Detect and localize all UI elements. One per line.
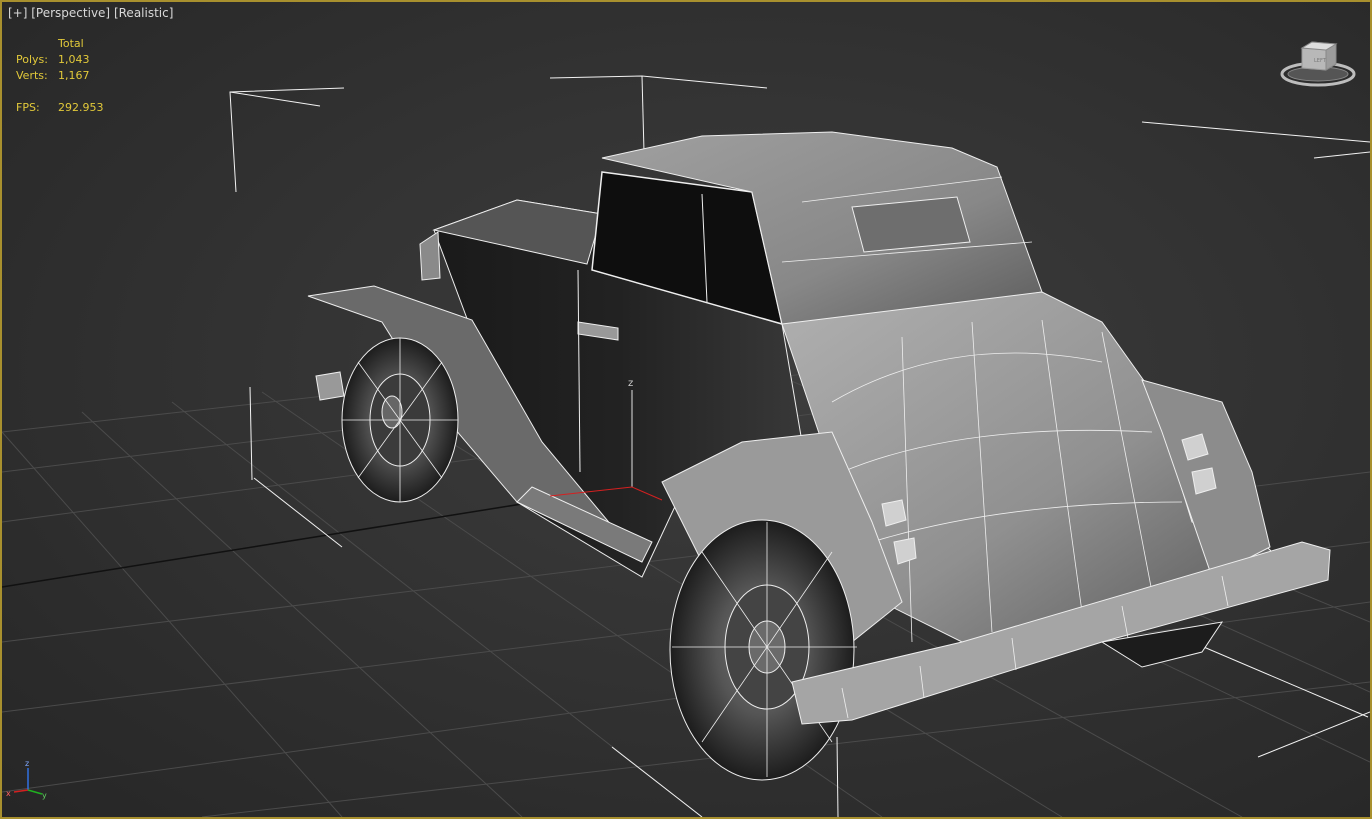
fps-value: 292.953 xyxy=(58,101,104,114)
polys-label: Polys: xyxy=(16,53,48,66)
polys-value: 1,043 xyxy=(58,53,90,66)
front-wheel xyxy=(341,337,459,503)
perspective-viewport[interactable]: z [+] [Perspective] [Realistic] Total Po… xyxy=(0,0,1372,819)
stats-header: Total xyxy=(58,37,84,50)
viewport-menu-plus[interactable]: [+] xyxy=(8,6,27,20)
viewcube-icon[interactable]: LEFT xyxy=(1278,38,1358,90)
tripod-y-label: y xyxy=(42,791,47,800)
viewport-label: [+] [Perspective] [Realistic] xyxy=(8,6,173,20)
rear-window xyxy=(851,196,971,253)
viewcube-face-label: LEFT xyxy=(1314,58,1327,64)
verts-value: 1,167 xyxy=(58,69,90,82)
car-model[interactable] xyxy=(307,131,1331,781)
scene-render[interactable]: z xyxy=(2,2,1370,817)
axis-tripod-icon: z x y xyxy=(6,759,47,800)
gizmo-z-label: z xyxy=(628,378,633,389)
viewport-shading-menu[interactable]: [Realistic] xyxy=(114,6,173,20)
fps-label: FPS: xyxy=(16,101,40,114)
tripod-z-label: z xyxy=(25,759,29,768)
statistics-overlay: Total Polys: 1,043 Verts: 1,167 FPS: 292.95… xyxy=(16,36,104,116)
headlight xyxy=(315,371,345,401)
viewport-view-menu[interactable]: [Perspective] xyxy=(31,6,110,20)
verts-label: Verts: xyxy=(16,69,48,82)
tripod-x-label: x xyxy=(6,789,11,798)
